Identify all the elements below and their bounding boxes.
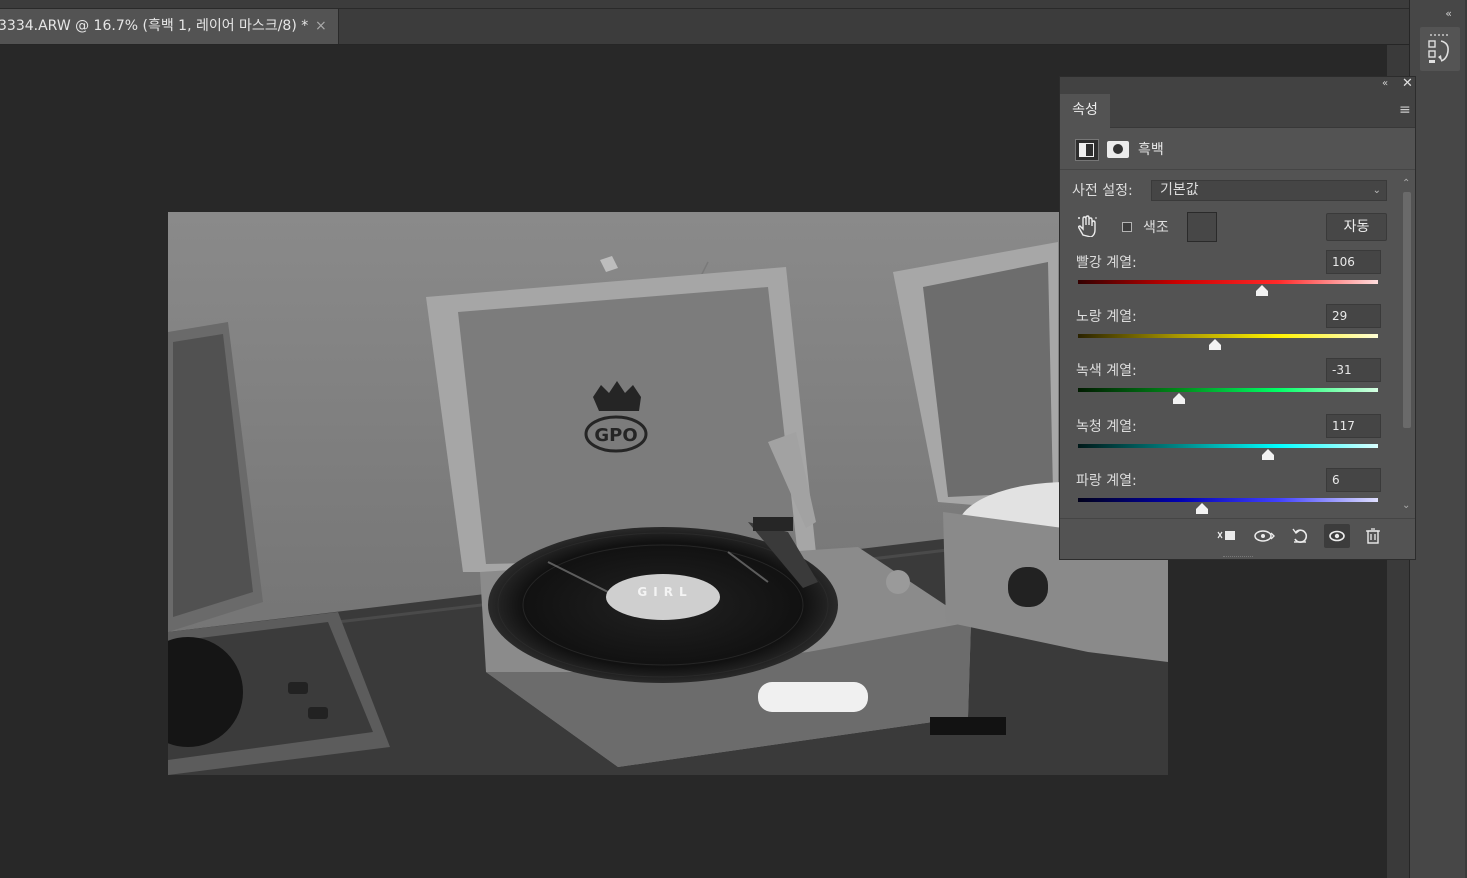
reset-icon[interactable] — [1287, 524, 1313, 548]
menu-strip — [0, 0, 1410, 9]
slider-input-yellows[interactable]: 29 — [1326, 304, 1381, 328]
history-icon[interactable] — [1420, 27, 1460, 71]
slider-input-reds[interactable]: 106 — [1326, 250, 1381, 274]
tab-properties[interactable]: 속성 — [1060, 94, 1110, 128]
visibility-icon[interactable] — [1324, 524, 1350, 548]
right-dock: « — [1409, 0, 1467, 878]
tint-label: 색조 — [1143, 220, 1169, 236]
panel-scrollbar[interactable]: ⌃ ⌄ — [1400, 178, 1414, 514]
document-tab-bar: 3334.ARW @ 16.7% (흑백 1, 레이어 마스크/8) * × — [0, 9, 1410, 45]
trash-icon[interactable] — [1360, 524, 1386, 548]
clip-to-layer-icon[interactable] — [1214, 524, 1240, 548]
close-tab-icon[interactable]: × — [315, 9, 327, 44]
adjustment-type-row: 흑백 — [1060, 128, 1415, 170]
slider-label-cyans: 녹청 계열: — [1076, 419, 1137, 435]
slider-label-yellows: 노랑 계열: — [1076, 309, 1137, 325]
slider-track-reds[interactable] — [1078, 280, 1378, 284]
scroll-up-icon[interactable]: ⌃ — [1402, 178, 1410, 189]
bw-adjustment-icon[interactable] — [1075, 139, 1099, 161]
slider-label-blues: 파랑 계열: — [1076, 473, 1137, 489]
scroll-down-icon[interactable]: ⌄ — [1402, 500, 1410, 511]
preset-dropdown[interactable]: 기본값 ⌄ — [1151, 180, 1387, 201]
svg-text:GPO: GPO — [594, 425, 637, 446]
slider-label-greens: 녹색 계열: — [1076, 363, 1137, 379]
preset-label: 사전 설정: — [1072, 183, 1133, 199]
tint-color-swatch[interactable] — [1187, 212, 1217, 242]
properties-panel: « ✕ 속성 ≡ 흑백 ⌃ ⌄ 사전 설정: 기본값 ⌄ 색조 자동 빨강 계열… — [1059, 76, 1416, 560]
adjustment-type-label: 흑백 — [1138, 142, 1164, 158]
slider-input-cyans[interactable]: 117 — [1326, 414, 1381, 438]
close-panel-icon[interactable]: ✕ — [1402, 76, 1413, 91]
collapse-panel-icon[interactable]: « — [1382, 78, 1388, 89]
document-canvas-image[interactable]: GPO GIRL — [168, 212, 1168, 775]
collapse-dock-icon[interactable]: « — [1445, 7, 1452, 20]
panel-menu-icon[interactable]: ≡ — [1399, 102, 1411, 118]
layer-mask-icon[interactable] — [1107, 141, 1129, 158]
document-tab-title: 3334.ARW @ 16.7% (흑백 1, 레이어 마스크/8) * — [0, 18, 309, 34]
panel-footer — [1060, 518, 1415, 556]
slider-track-yellows[interactable] — [1078, 334, 1378, 338]
panel-tabs: 속성 ≡ — [1060, 94, 1415, 128]
slider-input-blues[interactable]: 6 — [1326, 468, 1381, 492]
slider-track-blues[interactable] — [1078, 498, 1378, 502]
preset-value: 기본값 — [1160, 182, 1199, 198]
hand-icon[interactable] — [1076, 215, 1098, 238]
auto-button[interactable]: 자동 — [1326, 213, 1387, 241]
document-tab[interactable]: 3334.ARW @ 16.7% (흑백 1, 레이어 마스크/8) * × — [0, 9, 339, 44]
chevron-down-icon: ⌄ — [1372, 185, 1381, 196]
svg-text:GIRL: GIRL — [637, 585, 692, 599]
slider-track-cyans[interactable] — [1078, 444, 1378, 448]
panel-header: « ✕ — [1060, 76, 1415, 94]
scroll-thumb[interactable] — [1403, 192, 1411, 428]
slider-label-reds: 빨강 계열: — [1076, 255, 1137, 271]
slider-track-greens[interactable] — [1078, 388, 1378, 392]
panel-resize-grip[interactable] — [1223, 556, 1253, 560]
slider-input-greens[interactable]: -31 — [1326, 358, 1381, 382]
tint-checkbox[interactable] — [1122, 222, 1132, 232]
view-previous-icon[interactable] — [1251, 524, 1277, 548]
